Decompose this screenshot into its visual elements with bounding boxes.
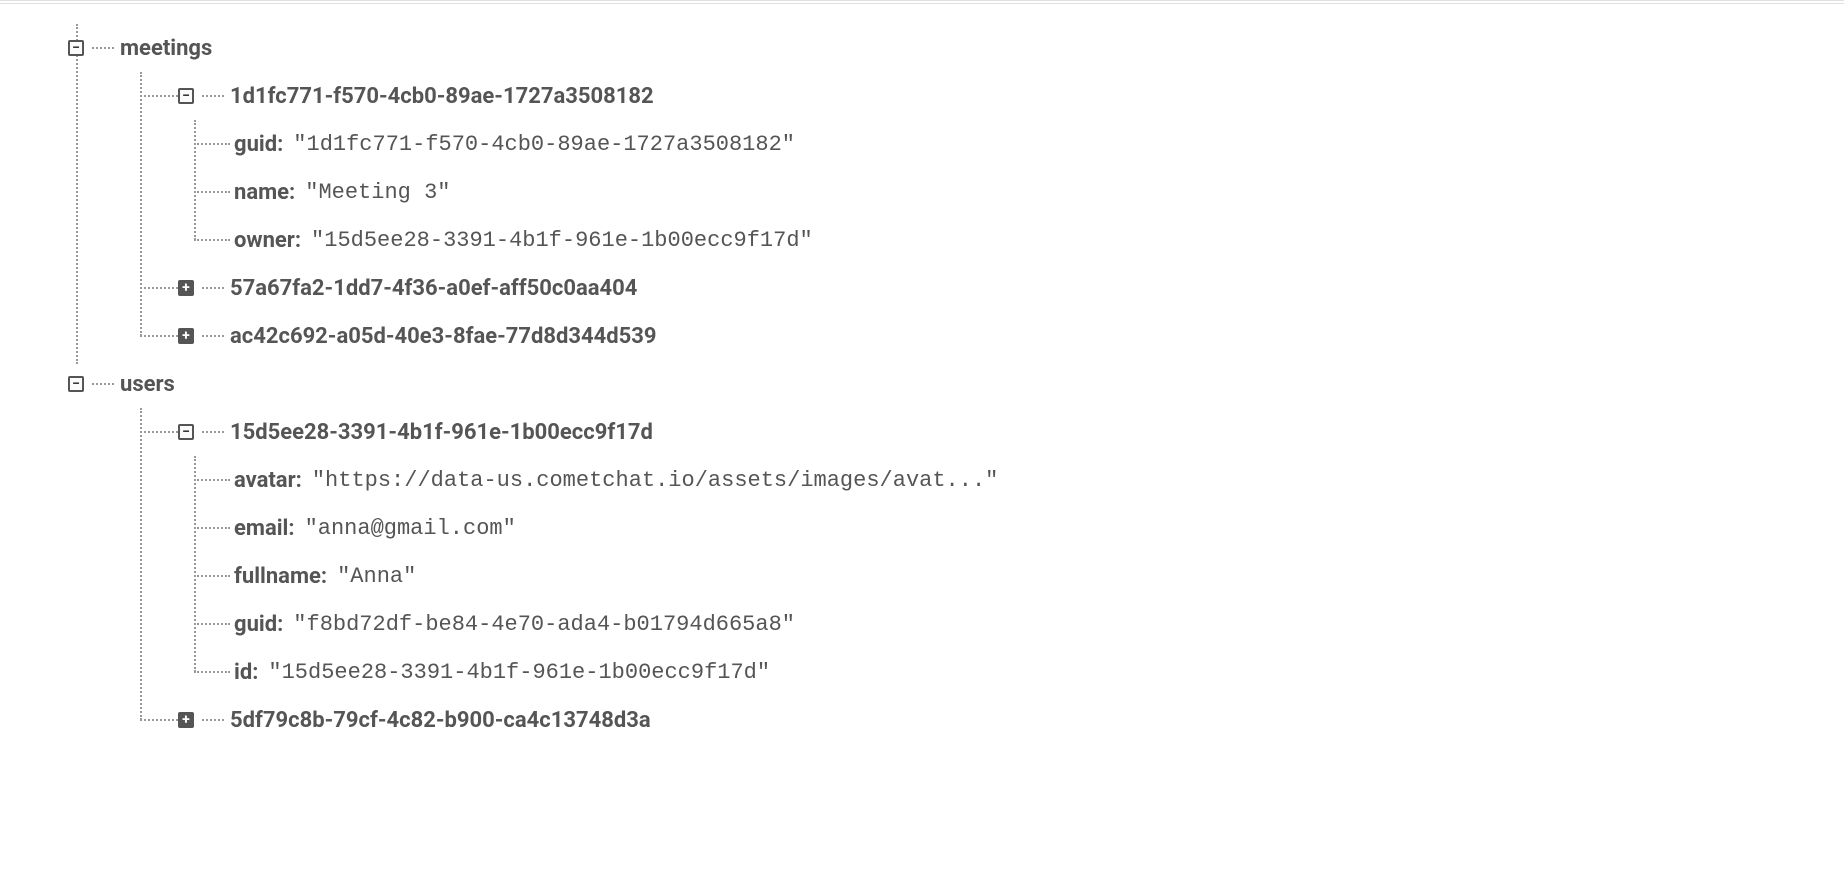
tree-node-meeting-1: 57a67fa2-1dd7-4f36-a0ef-aff50c0aa404 [132, 264, 1784, 312]
leaf-value[interactable]: "15d5ee28-3391-4b1f-961e-1b00ecc9f17d" [311, 228, 813, 253]
tree-connector-line [202, 95, 224, 97]
tree-leaf-email: email: "anna@gmail.com" [234, 504, 1784, 552]
tree-connector-line [202, 719, 224, 721]
tree-node-meetings: meetings 1d1fc771-f570-4cb0-89ae-1727a35… [68, 24, 1784, 360]
tree-connector-line [92, 383, 114, 385]
node-label-meetings[interactable]: meetings [120, 36, 212, 61]
tree-leaf-fullname: fullname: "Anna" [234, 552, 1784, 600]
node-label[interactable]: ac42c692-a05d-40e3-8fae-77d8d344d539 [230, 324, 657, 349]
tree-children: avatar: "https://data-us.cometchat.io/as… [186, 456, 1784, 696]
tree-connector-line [140, 287, 178, 289]
leaf-value[interactable]: "https://data-us.cometchat.io/assets/ima… [312, 468, 999, 493]
tree-leaf-id: id: "15d5ee28-3391-4b1f-961e-1b00ecc9f17… [234, 648, 1784, 696]
node-label[interactable]: 15d5ee28-3391-4b1f-961e-1b00ecc9f17d [230, 420, 653, 445]
tree-connector-line [202, 335, 224, 337]
collapse-icon[interactable] [178, 88, 194, 104]
node-label[interactable]: 1d1fc771-f570-4cb0-89ae-1727a3508182 [230, 84, 654, 109]
leaf-key[interactable]: fullname: [234, 564, 327, 589]
leaf-value[interactable]: "Anna" [337, 564, 416, 589]
tree-connector-line [194, 671, 230, 673]
node-label[interactable]: 5df79c8b-79cf-4c82-b900-ca4c13748d3a [230, 708, 651, 733]
collapse-icon[interactable] [178, 424, 194, 440]
node-label[interactable]: 57a67fa2-1dd7-4f36-a0ef-aff50c0aa404 [230, 276, 637, 301]
tree-node-users: users 15d5ee28-3391-4b1f-961e-1b00ecc9f1… [68, 360, 1784, 744]
tree-connector-line [140, 719, 178, 721]
leaf-value[interactable]: "Meeting 3" [305, 180, 450, 205]
tree-node-user-1: 5df79c8b-79cf-4c82-b900-ca4c13748d3a [132, 696, 1784, 744]
tree-children: guid: "1d1fc771-f570-4cb0-89ae-1727a3508… [186, 120, 1784, 264]
tree-connector-line [202, 431, 224, 433]
leaf-key[interactable]: owner: [234, 228, 301, 253]
tree-leaf-name: name: "Meeting 3" [234, 168, 1784, 216]
tree-connector-line [140, 431, 178, 433]
database-tree-view: meetings 1d1fc771-f570-4cb0-89ae-1727a35… [0, 4, 1844, 764]
collapse-icon[interactable] [68, 40, 84, 56]
tree-node-user-0: 15d5ee28-3391-4b1f-961e-1b00ecc9f17d ava… [132, 408, 1784, 696]
tree-leaf-guid: guid: "1d1fc771-f570-4cb0-89ae-1727a3508… [234, 120, 1784, 168]
tree-connector-line [202, 287, 224, 289]
tree-connector-line [194, 623, 230, 625]
tree-connector-line [194, 479, 230, 481]
tree-connector-line [140, 335, 178, 337]
tree-node-meeting-0: 1d1fc771-f570-4cb0-89ae-1727a3508182 gui… [132, 72, 1784, 264]
tree-connector-line [194, 143, 230, 145]
expand-icon[interactable] [178, 280, 194, 296]
tree-connector-line [194, 239, 230, 241]
tree-connector-line [194, 456, 196, 672]
leaf-key[interactable]: id: [234, 660, 258, 685]
tree-connector-line [194, 527, 230, 529]
leaf-key[interactable]: email: [234, 516, 295, 541]
collapse-icon[interactable] [68, 376, 84, 392]
leaf-key[interactable]: name: [234, 180, 295, 205]
leaf-value[interactable]: "1d1fc771-f570-4cb0-89ae-1727a3508182" [293, 132, 795, 157]
tree-leaf-avatar: avatar: "https://data-us.cometchat.io/as… [234, 456, 1784, 504]
tree-connector-line [194, 575, 230, 577]
expand-icon[interactable] [178, 712, 194, 728]
tree-leaf-guid: guid: "f8bd72df-be84-4e70-ada4-b01794d66… [234, 600, 1784, 648]
leaf-key[interactable]: avatar: [234, 468, 302, 493]
tree-connector-line [194, 120, 196, 240]
tree-connector-line [92, 47, 114, 49]
tree-node-meeting-2: ac42c692-a05d-40e3-8fae-77d8d344d539 [132, 312, 1784, 360]
leaf-value[interactable]: "anna@gmail.com" [305, 516, 516, 541]
tree-connector-line [140, 95, 178, 97]
tree-leaf-owner: owner: "15d5ee28-3391-4b1f-961e-1b00ecc9… [234, 216, 1784, 264]
leaf-value[interactable]: "f8bd72df-be84-4e70-ada4-b01794d665a8" [293, 612, 795, 637]
leaf-key[interactable]: guid: [234, 612, 283, 637]
leaf-key[interactable]: guid: [234, 132, 283, 157]
node-label-users[interactable]: users [120, 372, 175, 397]
leaf-value[interactable]: "15d5ee28-3391-4b1f-961e-1b00ecc9f17d" [268, 660, 770, 685]
expand-icon[interactable] [178, 328, 194, 344]
tree-connector-line [194, 191, 230, 193]
